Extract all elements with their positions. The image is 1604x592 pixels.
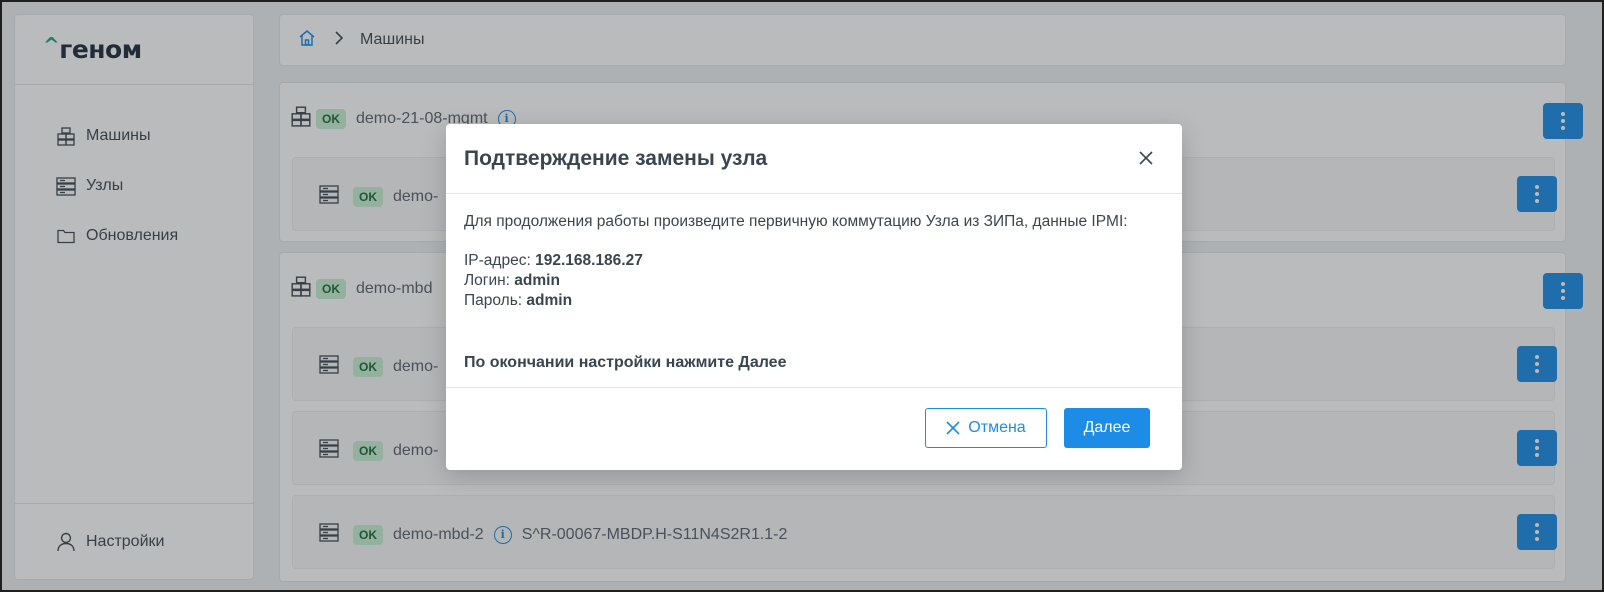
close-icon[interactable]: [1134, 146, 1158, 170]
dialog-header: Подтверждение замены узла: [446, 124, 1182, 194]
ip-value: 192.168.186.27: [535, 252, 643, 269]
dialog-footer: Отмена Далее: [446, 388, 1182, 470]
dialog-title: Подтверждение замены узла: [464, 146, 768, 170]
final-note: По окончании настройки нажмите Далее: [464, 354, 787, 371]
replace-node-dialog: Подтверждение замены узла Для продолжени…: [446, 124, 1182, 470]
cancel-label: Отмена: [968, 419, 1026, 436]
password-label: Пароль:: [464, 292, 523, 309]
login-value: admin: [514, 272, 560, 289]
login-label: Логин:: [464, 272, 510, 289]
close-icon: [946, 421, 960, 435]
app-window: ^ геном Машины Узлы Обновления Настройки…: [0, 0, 1604, 592]
ipmi-password: Пароль: admin: [464, 291, 1164, 311]
dialog-intro: Для продолжения работы произведите перви…: [464, 213, 1128, 230]
next-label: Далее: [1083, 419, 1131, 436]
ip-label: IP-адрес:: [464, 252, 531, 269]
password-value: admin: [526, 292, 573, 309]
ipmi-ip: IP-адрес: 192.168.186.27: [464, 251, 1164, 271]
dialog-body: Для продолжения работы произведите перви…: [446, 194, 1182, 388]
next-button[interactable]: Далее: [1064, 408, 1150, 448]
cancel-button[interactable]: Отмена: [925, 408, 1047, 448]
ipmi-login: Логин: admin: [464, 271, 1164, 291]
